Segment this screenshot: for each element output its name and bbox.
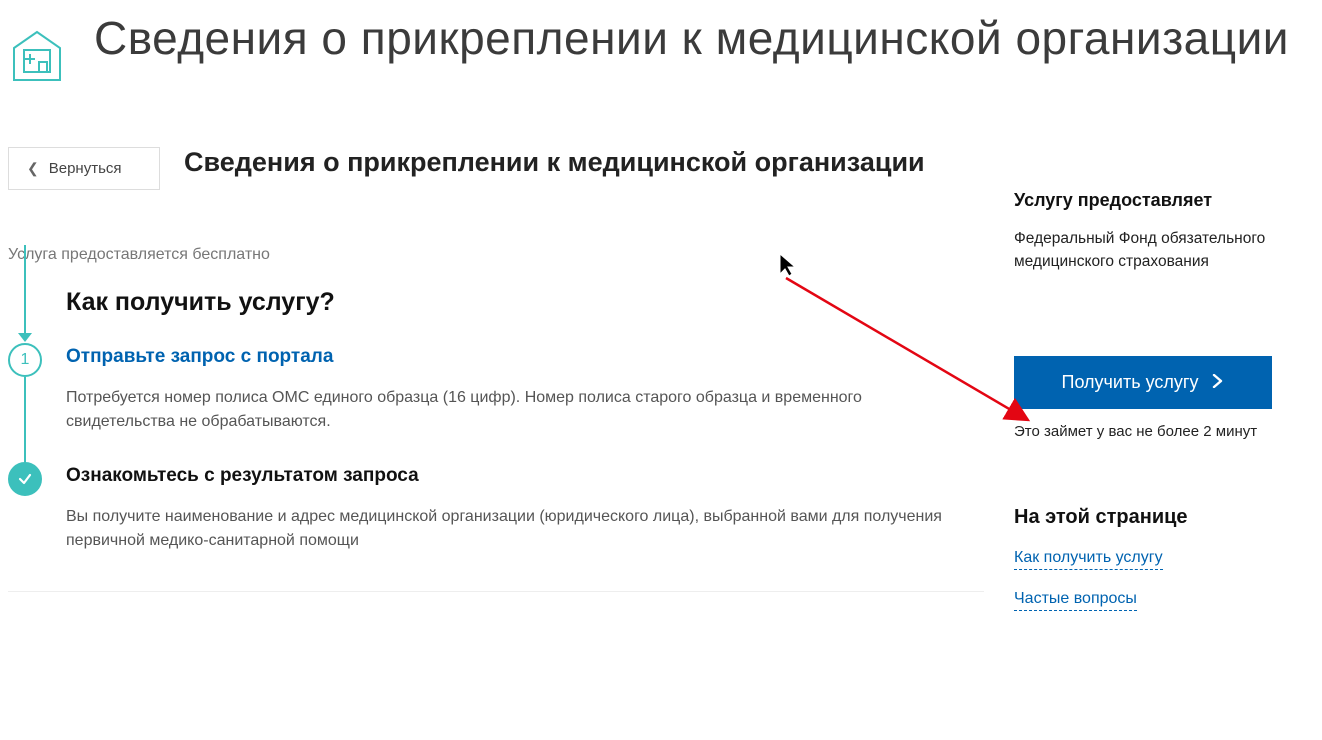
step-desc: Вы получите наименование и адрес медицин… [66,505,966,553]
back-button[interactable]: ❮ Вернуться [8,147,160,190]
eta-text: Это займет у вас не более 2 минут [1014,423,1314,440]
step-title: Ознакомьтесь с результатом запроса [66,465,966,487]
get-service-button[interactable]: Получить услугу [1014,356,1272,409]
check-icon [17,471,33,487]
howto-title: Как получить услугу? [66,288,984,317]
back-button-label: Вернуться [49,160,122,177]
howto-step: Ознакомьтесь с результатом запроса Вы по… [8,462,984,581]
medical-building-icon [8,10,70,91]
onpage-link-howto[interactable]: Как получить услугу [1014,549,1163,570]
onpage-link-faq[interactable]: Частые вопросы [1014,590,1137,611]
howto-step: 1 Отправьте запрос с портала Потребуется… [8,343,984,462]
onpage-title: На этой странице [1014,506,1314,529]
provider-label: Услугу предоставляет [1014,190,1314,211]
free-service-note: Услуга предоставляется бесплатно [8,246,984,264]
get-service-label: Получить услугу [1062,372,1199,393]
page-title: Сведения о прикреплении к медицинской ор… [94,10,1289,68]
divider [8,591,984,592]
step-check-badge [8,462,42,496]
timeline-connector-icon [24,377,26,466]
timeline-line-icon [24,245,26,339]
chevron-right-icon [1212,372,1224,393]
provider-name: Федеральный Фонд обязательного медицинск… [1014,227,1314,274]
step-number-badge: 1 [8,343,42,377]
step-desc: Потребуется номер полиса ОМС единого обр… [66,386,966,434]
timeline-arrowhead-icon [18,333,32,342]
page-subtitle: Сведения о прикреплении к медицинской ор… [184,147,984,178]
step-title: Отправьте запрос с портала [66,346,966,368]
chevron-left-icon: ❮ [27,160,39,177]
